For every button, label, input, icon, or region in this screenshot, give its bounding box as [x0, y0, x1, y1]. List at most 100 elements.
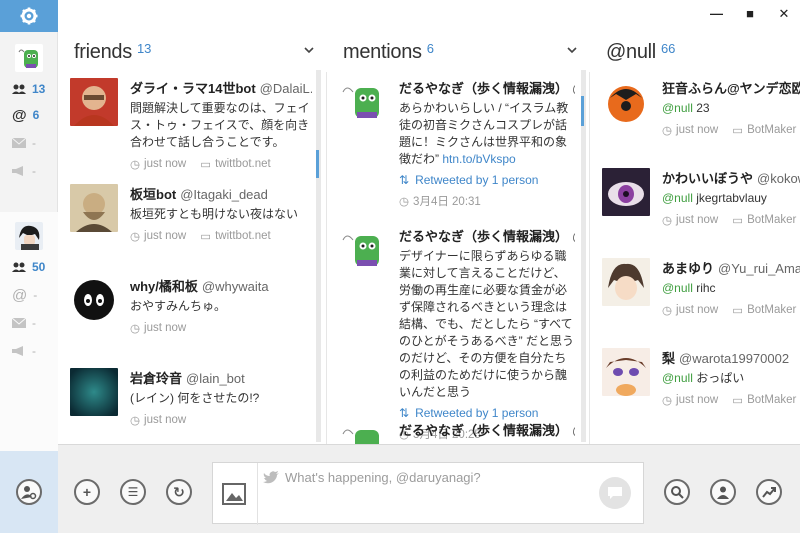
- tweet-author[interactable]: かわいいぼうや@kokowa: [662, 168, 800, 187]
- close-button[interactable]: ✕: [778, 6, 790, 22]
- tweet[interactable]: 岩倉玲音 @lain_bot (レイン) 何をさせたの!? ◷ just now: [70, 368, 316, 438]
- avatar[interactable]: [339, 226, 387, 274]
- tweet-text: @null jkegrtabvlauy: [662, 191, 767, 205]
- tweet-meta: ◷ just now ▭ BotMaker: [662, 214, 797, 227]
- tweet-link[interactable]: htn.to/bVkspo: [442, 152, 515, 166]
- tweet-author[interactable]: だるやなぎ（歩く情報漏洩）@: [399, 78, 575, 97]
- search-icon: [671, 486, 684, 499]
- chevron-down-icon[interactable]: [304, 45, 314, 55]
- mention-link[interactable]: @null: [662, 281, 693, 295]
- avatar[interactable]: [339, 420, 387, 444]
- compose-box[interactable]: What's happening, @daruyanagi?: [212, 462, 644, 525]
- bottom-toolbar: + ☰ ↻ What's happening, @daruyanagi?: [58, 444, 800, 533]
- avatar[interactable]: [15, 222, 43, 250]
- retweet-icon: ⇅: [399, 173, 410, 187]
- tweet-author[interactable]: 狂音ふらん@ヤンデ恋欧: [662, 78, 800, 97]
- tweet[interactable]: かわいいぼうや@kokowa @null jkegrtabvlauy ◷just…: [602, 168, 800, 248]
- avatar[interactable]: [70, 78, 118, 126]
- send-button[interactable]: [599, 477, 631, 509]
- tweet-author[interactable]: ダライ・ラマ14世bot@DalaiL...: [130, 78, 312, 97]
- avatar[interactable]: [602, 78, 650, 126]
- monitor-icon: ▭: [732, 215, 744, 227]
- portrait-icon: [602, 348, 650, 396]
- tweet[interactable]: ダライ・ラマ14世bot@DalaiL... 問題解決して重要なのは、フェイス・…: [70, 78, 316, 171]
- clock-icon: ◷: [130, 323, 141, 335]
- messages-row[interactable]: -: [12, 134, 36, 152]
- tweet[interactable]: 梨 @warota19970002 @null おっぱい ◷ just now ▭ B…: [602, 348, 800, 428]
- mail-icon: [12, 138, 26, 148]
- maximize-button[interactable]: ■: [744, 6, 756, 22]
- add-column-button[interactable]: +: [74, 479, 100, 505]
- mentions-count-row[interactable]: @ 6: [12, 106, 39, 124]
- portrait-icon: [70, 368, 118, 416]
- friends-count-row[interactable]: 50: [12, 258, 45, 276]
- profile-button[interactable]: [710, 479, 736, 505]
- tweet-author[interactable]: だるやなぎ（歩く情報漏洩）@: [399, 226, 575, 245]
- mention-link[interactable]: @null: [662, 101, 693, 115]
- mentions-row[interactable]: @ -: [12, 286, 37, 304]
- tweet-text: @null おっぱい: [662, 371, 745, 385]
- friends-count-row[interactable]: 13: [12, 80, 45, 98]
- mention-link[interactable]: @null: [662, 191, 693, 205]
- tweet[interactable]: だるやなぎ（歩く情報漏洩）@: [339, 420, 579, 444]
- trends-button[interactable]: [756, 479, 782, 505]
- users-icon: [12, 84, 26, 94]
- clock-icon: ◷: [662, 125, 673, 137]
- messages-row[interactable]: -: [12, 314, 36, 332]
- plus-icon: +: [82, 484, 92, 500]
- minimize-button[interactable]: —: [710, 6, 723, 22]
- tweet-text: 板垣死すとも明けない夜はない: [130, 207, 299, 221]
- avatar[interactable]: [339, 78, 387, 126]
- tweet[interactable]: why/橘和板 @whywaita おやすみんちゅ。 ◷ just now: [70, 276, 316, 346]
- column-header: mentions 6: [327, 32, 589, 72]
- tweet-text: (レイン) 何をさせたの!?: [130, 391, 260, 405]
- retweet-info[interactable]: ⇅ Retweeted by 1 person: [399, 173, 575, 187]
- avatar[interactable]: [15, 44, 43, 72]
- tweet[interactable]: だるやなぎ（歩く情報漏洩）@ デザイナーに限らずあらゆる職業に対して言えることだ…: [339, 226, 579, 441]
- portrait-icon: [70, 276, 118, 324]
- events-row[interactable]: -: [12, 342, 36, 360]
- search-button[interactable]: [664, 479, 690, 505]
- settings-button[interactable]: [0, 0, 58, 32]
- scrollbar[interactable]: [316, 70, 321, 442]
- tweet-author[interactable]: 岩倉玲音 @lain_bot: [130, 368, 312, 387]
- column-title: friends: [74, 40, 132, 63]
- tweet-author[interactable]: だるやなぎ（歩く情報漏洩）@: [399, 420, 575, 439]
- tweet-text: おやすみんちゅ。: [130, 299, 227, 313]
- tweet-author[interactable]: why/橘和板 @whywaita: [130, 276, 312, 295]
- account-1[interactable]: 13 @ 6 - -: [0, 32, 58, 212]
- refresh-button[interactable]: ↻: [166, 479, 192, 505]
- retweet-info[interactable]: ⇅ Retweeted by 1 person: [399, 406, 575, 420]
- mention-link[interactable]: @null: [662, 371, 693, 385]
- gear-icon: [20, 7, 38, 25]
- list-button[interactable]: ☰: [120, 479, 146, 505]
- tweet[interactable]: 板垣bot @Itagaki_dead 板垣死すとも明けない夜はない ◷ just …: [70, 184, 316, 254]
- compose-divider: [257, 463, 258, 525]
- chevron-down-icon[interactable]: [567, 45, 577, 55]
- tweet-meta: ◷ just now ▭ BotMaker: [662, 394, 797, 407]
- tweet-meta: ◷ just now ▭ twittbot.net: [130, 158, 271, 171]
- account-settings-button[interactable]: [16, 479, 42, 505]
- avatar[interactable]: [70, 368, 118, 416]
- avatar[interactable]: [70, 184, 118, 232]
- tweet[interactable]: あまゆり@Yu_rui_Amayu @null rihc ◷just now ▭…: [602, 258, 800, 338]
- avatar[interactable]: [602, 348, 650, 396]
- avatar[interactable]: [602, 258, 650, 306]
- avatar[interactable]: [70, 276, 118, 324]
- speech-bubble-icon: [608, 487, 622, 499]
- retweet-icon: ⇅: [399, 406, 410, 420]
- tweet-author[interactable]: あまゆり@Yu_rui_Amayu: [662, 258, 800, 277]
- compose-placeholder[interactable]: What's happening, @daruyanagi?: [285, 470, 481, 485]
- tweet-author[interactable]: 板垣bot @Itagaki_dead: [130, 184, 312, 203]
- scroll-thumb[interactable]: [581, 96, 584, 126]
- scroll-thumb[interactable]: [316, 150, 319, 178]
- image-attach-icon[interactable]: [221, 481, 247, 507]
- tweet[interactable]: だるやなぎ（歩く情報漏洩）@ あらかわいらしい / “イスラム教徒の初音ミクさん…: [339, 78, 579, 208]
- friends-count: 13: [32, 82, 46, 96]
- events-row[interactable]: -: [12, 162, 36, 180]
- tweet-meta: ◷ 3月4日 20:31: [399, 196, 481, 208]
- tweet-author[interactable]: 梨 @warota19970002: [662, 348, 800, 367]
- tweet[interactable]: 狂音ふらん@ヤンデ恋欧 @null 23 ◷ just now ▭ BotMaker: [602, 78, 800, 158]
- avatar[interactable]: [602, 168, 650, 216]
- account-2[interactable]: 50 @ - - -: [0, 212, 58, 452]
